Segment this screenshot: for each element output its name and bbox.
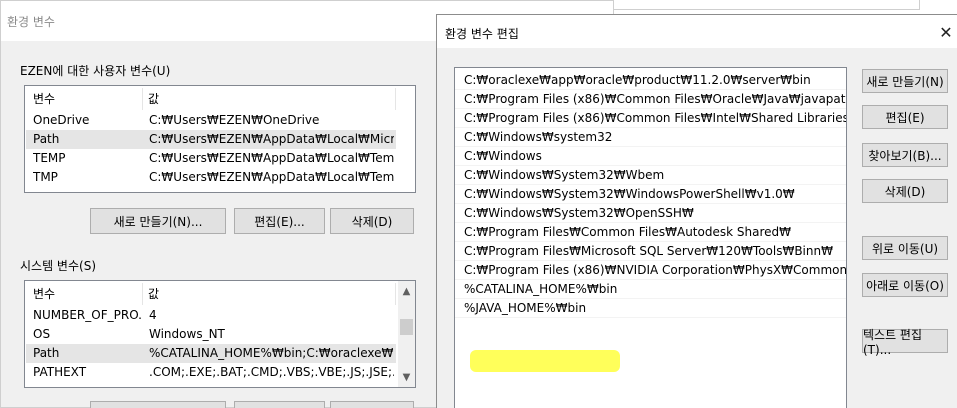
browse-button[interactable]: 찾아보기(B)... [862, 143, 948, 167]
list-item[interactable]: C:₩Program Files (x86)₩NVIDIA Corporatio… [455, 261, 846, 280]
path-entry: C:₩Program Files₩Microsoft SQL Server₩12… [464, 244, 833, 258]
highlight-marker [470, 350, 620, 372]
path-entry: C:₩Windows₩System32₩Wbem [464, 168, 665, 182]
list-header: 변수 값 [25, 86, 415, 110]
list-item[interactable]: C:₩Windows [455, 147, 846, 166]
column-divider[interactable] [395, 283, 396, 305]
scroll-down-icon[interactable]: ▼ [398, 369, 415, 386]
column-header-value[interactable]: 값 [148, 90, 159, 107]
move-down-button[interactable]: 아래로 이동(O) [862, 273, 948, 297]
window-title: 환경 변수 [7, 15, 55, 29]
edit-environment-variable-dialog: 환경 변수 편집 ✕ C:₩oraclexe₩app₩oracle₩produc… [436, 14, 957, 408]
variable-name: PATHEXT [33, 365, 87, 379]
path-entry: C:₩Windows₩system32 [464, 130, 613, 144]
path-entry: C:₩Program Files (x86)₩NVIDIA Corporatio… [464, 263, 847, 277]
list-item[interactable]: C:₩Windows₩System32₩Wbem [455, 166, 846, 185]
variable-name: OneDrive [33, 113, 90, 127]
column-header-variable[interactable]: 변수 [33, 285, 55, 302]
list-item[interactable]: C:₩Windows₩System32₩WindowsPowerShell₩v1… [455, 185, 846, 204]
variable-value: C:₩Users₩EZEN₩AppData₩Local₩Temp [149, 170, 394, 184]
user-variables-list[interactable]: 변수 값 OneDrive C:₩Users₩EZEN₩OneDrive Pat… [24, 85, 416, 193]
list-item[interactable]: %CATALINA_HOME%₩bin [455, 280, 846, 299]
table-row[interactable]: TMP C:₩Users₩EZEN₩AppData₩Local₩Temp [26, 168, 396, 187]
user-variables-label: EZEN에 대한 사용자 변수(U) [17, 62, 174, 79]
variable-value: C:₩Users₩EZEN₩AppData₩Local₩Microsof... [149, 132, 394, 146]
list-item[interactable]: C:₩Windows₩System32₩OpenSSH₩ [455, 204, 846, 223]
user-new-button[interactable]: 새로 만들기(N)... [90, 208, 226, 234]
table-row[interactable]: Path C:₩Users₩EZEN₩AppData₩Local₩Microso… [26, 130, 396, 149]
table-row[interactable]: OneDrive C:₩Users₩EZEN₩OneDrive [26, 111, 396, 130]
edit-text-button[interactable]: 텍스트 편집(T)... [862, 328, 948, 357]
new-button[interactable]: 새로 만들기(N) [862, 69, 948, 93]
delete-button[interactable]: 삭제(D) [862, 179, 948, 203]
move-up-button[interactable]: 위로 이동(U) [862, 236, 948, 260]
dialog-title: 환경 변수 편집 [445, 27, 519, 41]
variable-value: C:₩Users₩EZEN₩OneDrive [149, 113, 320, 127]
path-entry: C:₩Program Files (x86)₩Common Files₩Orac… [464, 92, 847, 106]
list-header: 변수 값 [25, 281, 415, 305]
system-new-button[interactable] [90, 401, 226, 408]
system-list-scrollbar[interactable]: ▲ ▼ [398, 281, 415, 387]
scroll-up-icon[interactable]: ▲ [398, 283, 415, 300]
table-row[interactable]: NUMBER_OF_PRO... 4 [26, 306, 396, 325]
user-delete-button[interactable]: 삭제(D) [330, 208, 414, 234]
system-edit-button[interactable] [234, 401, 325, 408]
path-entry: C:₩Windows₩System32₩OpenSSH₩ [464, 206, 694, 220]
path-entry: C:₩Program Files (x86)₩Common Files₩Inte… [464, 111, 846, 125]
scroll-thumb[interactable] [400, 319, 413, 335]
column-header-value[interactable]: 값 [148, 285, 159, 302]
variable-name: Path [33, 346, 60, 360]
variable-name: Path [33, 132, 60, 146]
variable-name: NUMBER_OF_PRO... [33, 308, 143, 322]
table-row[interactable]: PATHEXT .COM;.EXE;.BAT;.CMD;.VBS;.VBE;.J… [26, 363, 396, 382]
variable-value: Windows_NT [149, 327, 225, 341]
variable-value: C:₩Users₩EZEN₩AppData₩Local₩Temp [149, 151, 394, 165]
variable-name: OS [33, 327, 51, 341]
variable-value: %CATALINA_HOME%₩bin;C:₩oraclexe₩ap... [149, 346, 394, 360]
table-row[interactable]: TEMP C:₩Users₩EZEN₩AppData₩Local₩Temp [26, 149, 396, 168]
system-variables-list[interactable]: 변수 값 NUMBER_OF_PRO... 4 OS Windows_NT Pa… [24, 280, 416, 388]
list-item[interactable]: C:₩Program Files (x86)₩Common Files₩Orac… [455, 90, 846, 109]
user-edit-button[interactable]: 편집(E)... [234, 208, 325, 234]
path-entry: C:₩oraclexe₩app₩oracle₩product₩11.2.0₩se… [464, 73, 811, 87]
system-delete-button[interactable] [330, 401, 414, 408]
table-row[interactable]: OS Windows_NT [26, 325, 396, 344]
list-item[interactable]: C:₩Windows₩system32 [455, 128, 846, 147]
list-item[interactable]: C:₩Program Files₩Microsoft SQL Server₩12… [455, 242, 846, 261]
dialog-title-bar[interactable]: 환경 변수 편집 ✕ [437, 15, 957, 48]
column-divider[interactable] [142, 88, 143, 110]
list-item[interactable]: C:₩Program Files (x86)₩Common Files₩Inte… [455, 109, 846, 128]
variable-name: TMP [33, 170, 58, 184]
list-item[interactable]: C:₩oraclexe₩app₩oracle₩product₩11.2.0₩se… [455, 71, 846, 90]
list-item[interactable]: C:₩Program Files₩Common Files₩Autodesk S… [455, 223, 846, 242]
close-icon[interactable]: ✕ [935, 21, 957, 43]
table-row[interactable]: Path %CATALINA_HOME%₩bin;C:₩oraclexe₩ap.… [26, 344, 396, 363]
variable-value: 4 [149, 308, 157, 322]
path-entry: %CATALINA_HOME%₩bin [464, 282, 618, 296]
path-list[interactable]: C:₩oraclexe₩app₩oracle₩product₩11.2.0₩se… [454, 67, 847, 408]
column-header-variable[interactable]: 변수 [33, 90, 55, 107]
column-divider[interactable] [395, 88, 396, 110]
list-item[interactable]: %JAVA_HOME%₩bin [455, 299, 846, 318]
variable-name: TEMP [33, 151, 66, 165]
path-entry: %JAVA_HOME%₩bin [464, 301, 587, 315]
path-entry: C:₩Windows₩System32₩WindowsPowerShell₩v1… [464, 187, 795, 201]
path-entry: C:₩Windows [464, 149, 542, 163]
variable-value: .COM;.EXE;.BAT;.CMD;.VBS;.VBE;.JS;.JSE;.… [149, 365, 394, 379]
path-entry: C:₩Program Files₩Common Files₩Autodesk S… [464, 225, 791, 239]
column-divider[interactable] [142, 283, 143, 305]
edit-button[interactable]: 편집(E) [862, 105, 948, 129]
system-variables-label: 시스템 변수(S) [17, 257, 99, 274]
